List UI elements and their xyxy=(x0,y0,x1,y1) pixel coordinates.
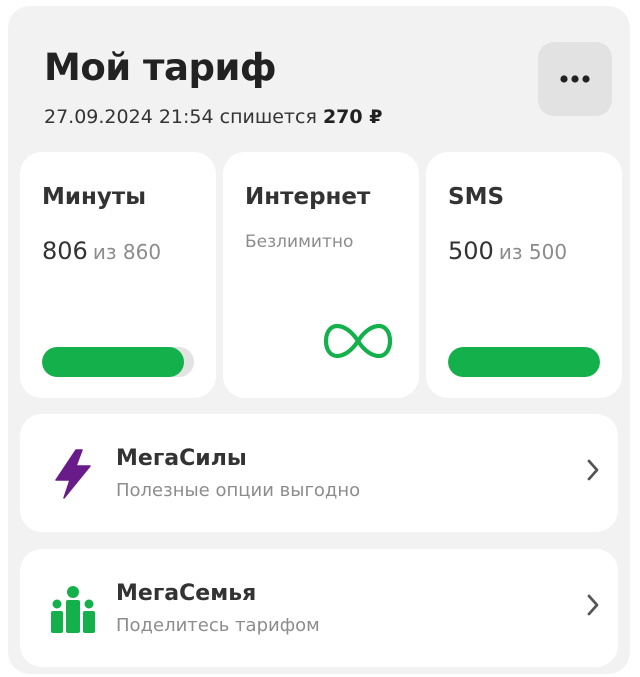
minutes-progress-bar xyxy=(42,347,194,377)
sms-total: из 500 xyxy=(498,240,568,264)
minutes-value: 806 из 860 xyxy=(42,237,161,265)
service-title: МегаСемья xyxy=(116,581,257,606)
sms-value: 500 из 500 xyxy=(448,237,567,265)
chevron-right-icon xyxy=(587,459,599,481)
service-subtitle: Полезные опции выгодно xyxy=(116,480,361,501)
sms-title: SMS xyxy=(448,184,505,210)
minutes-title: Минуты xyxy=(42,184,147,210)
internet-status: Безлимитно xyxy=(245,232,354,252)
lightning-icon xyxy=(55,449,91,499)
infinity-icon xyxy=(323,323,393,359)
service-title: МегаСилы xyxy=(116,446,247,471)
minutes-card[interactable]: Минуты 806 из 860 xyxy=(20,152,216,398)
service-subtitle: Поделитесь тарифом xyxy=(116,615,320,636)
page-title: Мой тариф xyxy=(44,46,277,89)
sms-remaining: 500 xyxy=(448,237,494,265)
sms-progress-fill xyxy=(448,347,600,377)
charge-date: 27.09.2024 21:54 xyxy=(44,106,214,128)
charge-info: 27.09.2024 21:54 спишется 270 ₽ xyxy=(44,106,382,128)
service-row-megasily[interactable]: МегаСилы Полезные опции выгодно xyxy=(20,414,618,532)
sms-card[interactable]: SMS 500 из 500 xyxy=(426,152,622,398)
sms-progress-bar xyxy=(448,347,600,377)
minutes-total: из 860 xyxy=(92,240,162,264)
family-icon xyxy=(51,586,95,633)
chevron-right-icon xyxy=(587,594,599,616)
internet-card[interactable]: Интернет Безлимитно xyxy=(223,152,419,398)
charge-text: спишется xyxy=(219,106,317,128)
more-dots-icon xyxy=(560,75,590,83)
charge-amount: 270 ₽ xyxy=(322,106,383,128)
minutes-remaining: 806 xyxy=(42,237,88,265)
service-row-megasemya[interactable]: МегаСемья Поделитесь тарифом xyxy=(20,549,618,667)
minutes-progress-fill xyxy=(42,347,185,377)
internet-title: Интернет xyxy=(245,184,371,210)
more-options-button[interactable] xyxy=(538,42,612,116)
tariff-panel: Мой тариф 27.09.2024 21:54 спишется 270 … xyxy=(8,6,630,674)
